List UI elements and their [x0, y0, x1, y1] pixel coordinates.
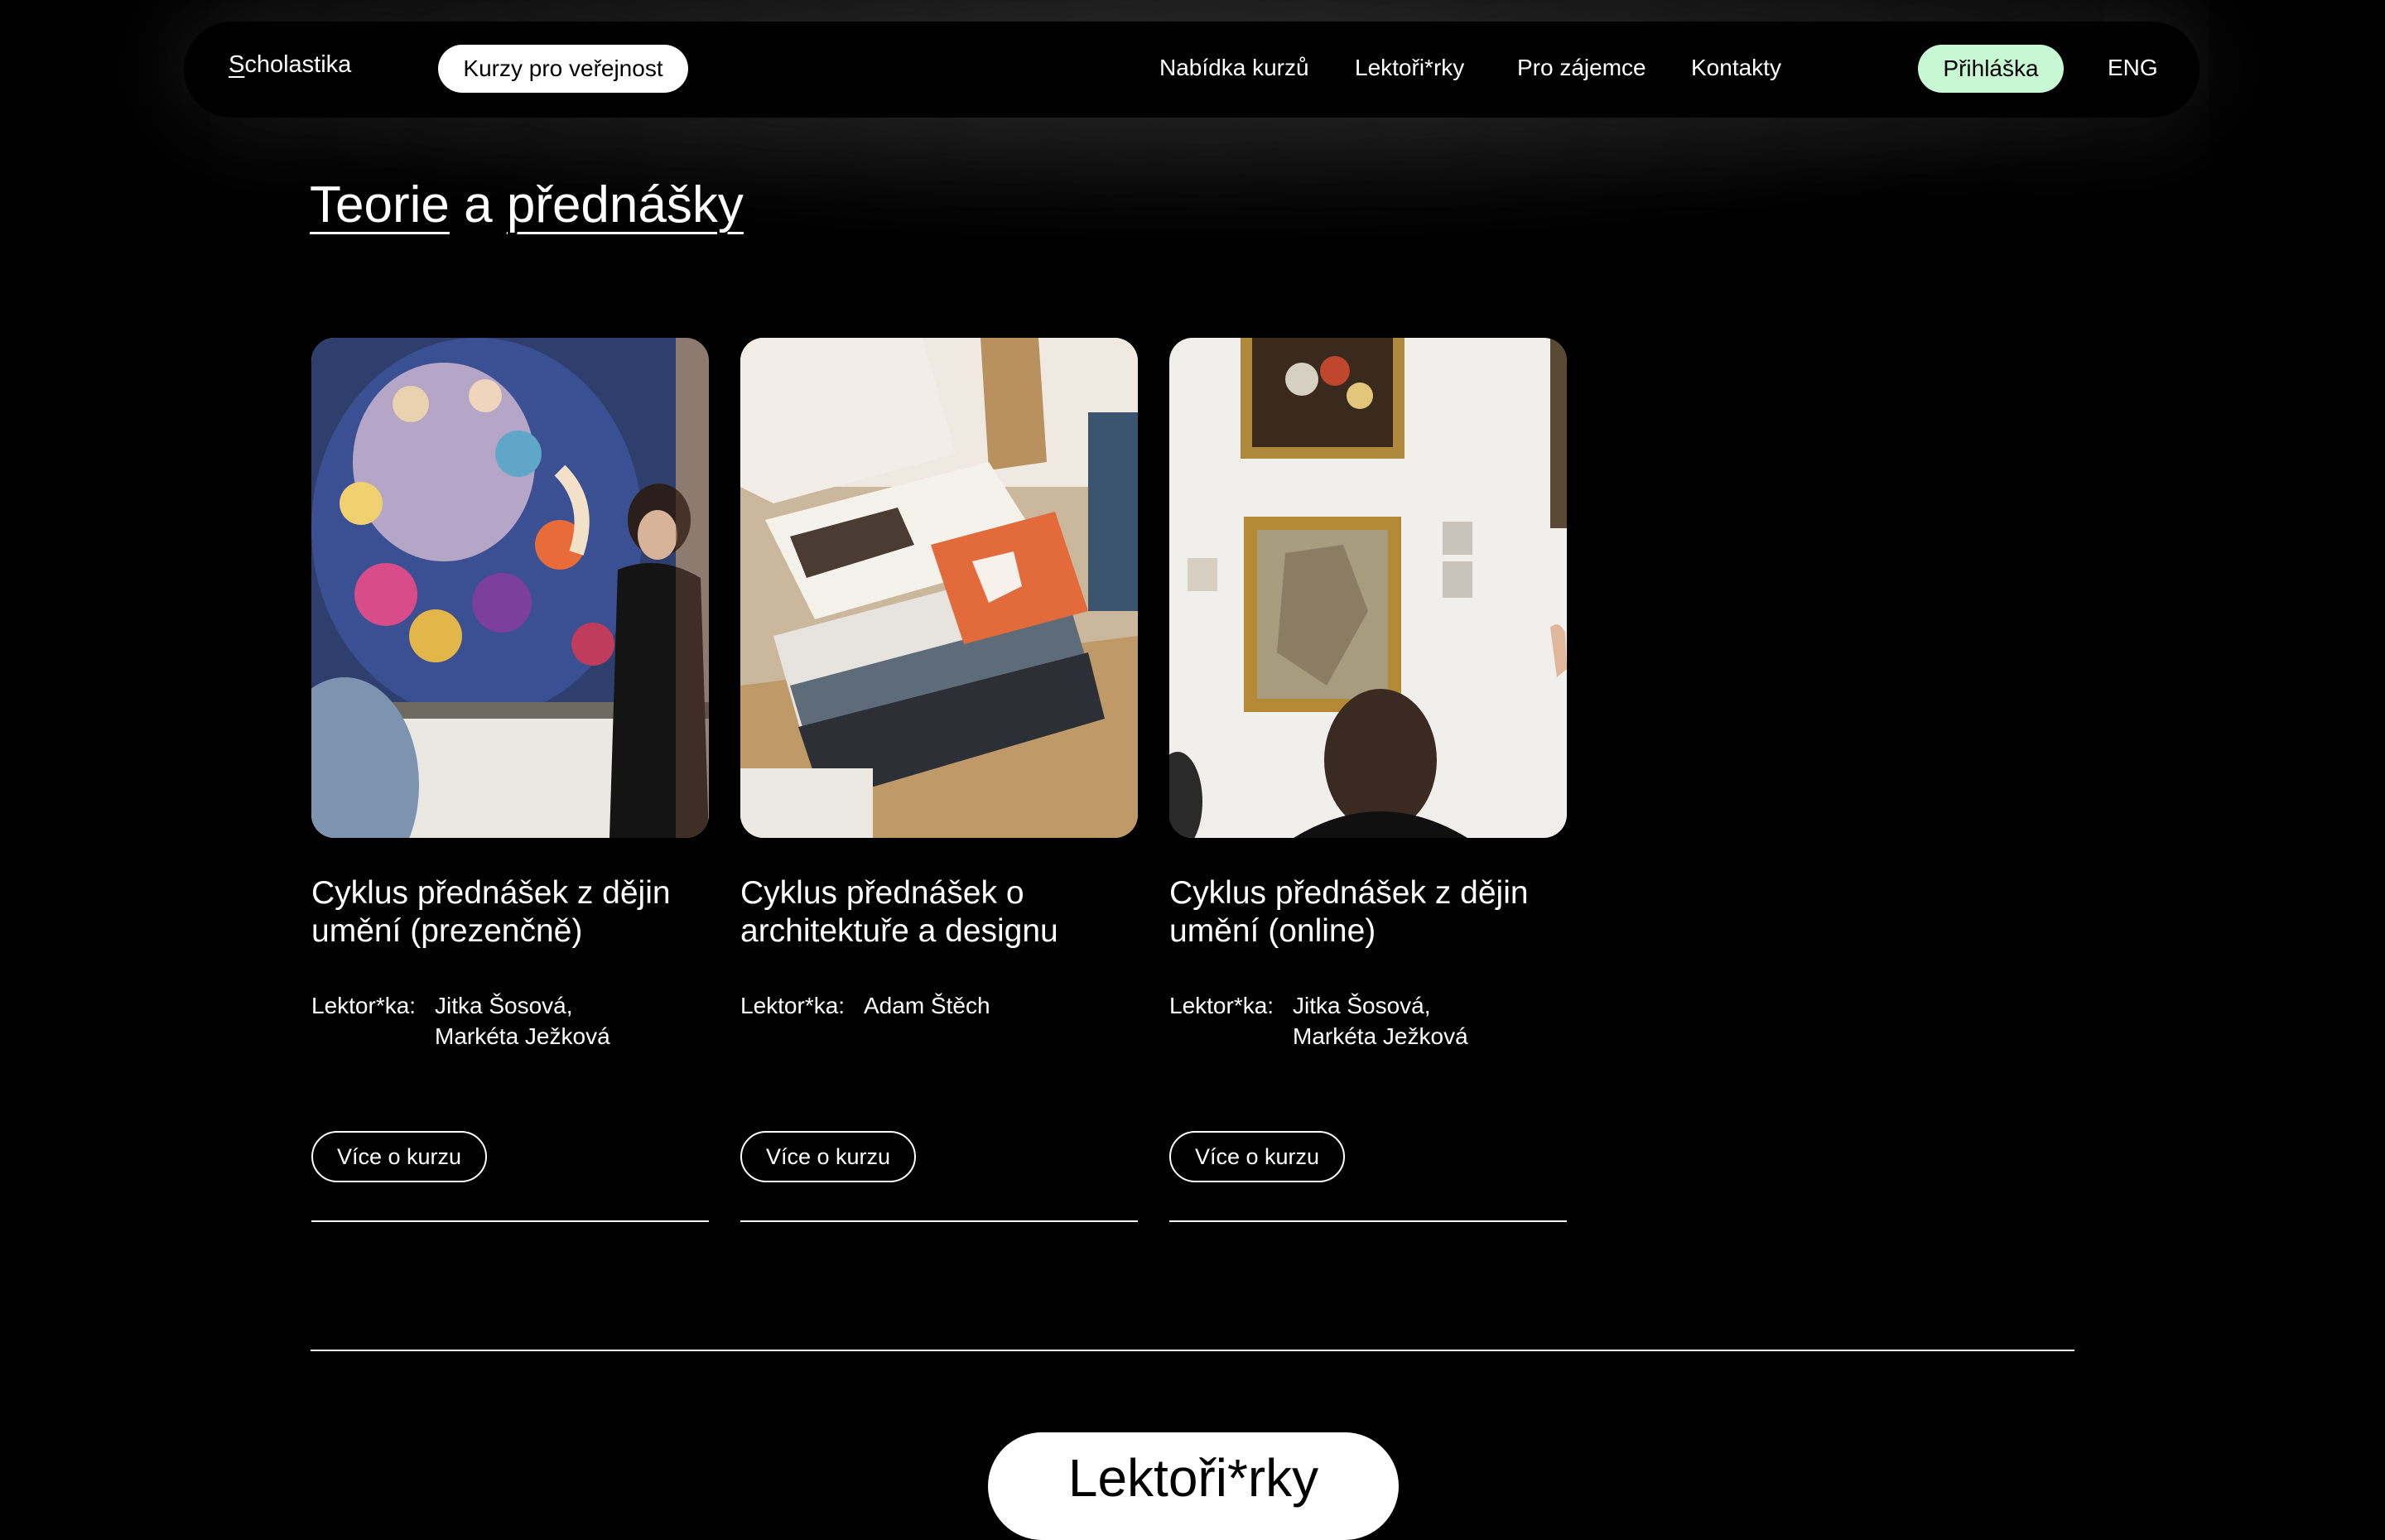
- card-divider: [1169, 1220, 1567, 1222]
- lector-names: Jitka Šosová, Markéta Ježková: [435, 990, 610, 1131]
- course-title[interactable]: Cyklus přednášek z dějin umění (online): [1169, 874, 1567, 990]
- section-divider: [311, 1350, 2074, 1351]
- lector-name[interactable]: Jitka Šosová,: [435, 990, 610, 1021]
- apply-button[interactable]: Přihláška: [1918, 45, 2064, 93]
- lector-name[interactable]: Markéta Ježková: [435, 1021, 610, 1052]
- lecturers-section-heading[interactable]: Lektoři*rky: [988, 1432, 1399, 1540]
- gallery-wall-image: [1169, 338, 1567, 838]
- lector-name[interactable]: Jitka Šosová,: [1293, 990, 1468, 1021]
- course-card: Cyklus přednášek z dějin umění (prezenčn…: [311, 338, 709, 1222]
- lector-name[interactable]: Markéta Ježková: [1293, 1021, 1468, 1052]
- course-lector: Lektor*ka: Jitka Šosová, Markéta Ježková: [1169, 990, 1567, 1131]
- course-lector: Lektor*ka: Adam Štěch: [740, 990, 1138, 1131]
- card-divider: [311, 1220, 709, 1222]
- section-title-mid: a: [449, 176, 507, 233]
- course-more-button[interactable]: Více o kurzu: [1169, 1131, 1345, 1182]
- lector-label: Lektor*ka:: [740, 993, 846, 1018]
- course-more-button[interactable]: Více o kurzu: [311, 1131, 487, 1182]
- course-image-klimt[interactable]: [311, 338, 709, 838]
- section-title-word-1[interactable]: Teorie: [310, 176, 450, 233]
- course-title[interactable]: Cyklus přednášek z dějin umění (prezenčn…: [311, 874, 709, 990]
- brand-initial: S: [229, 51, 245, 78]
- nav-item-lecturers[interactable]: Lektoři*rky: [1355, 55, 1464, 81]
- top-navigation: Scholastika Kurzy pro veřejnost Nabídka …: [184, 22, 2200, 118]
- lector-label: Lektor*ka:: [311, 993, 417, 1018]
- lector-label: Lektor*ka:: [1169, 993, 1274, 1018]
- course-more-button[interactable]: Více o kurzu: [740, 1131, 916, 1182]
- course-title[interactable]: Cyklus přednášek o architektuře a design…: [740, 874, 1138, 990]
- course-card: Cyklus přednášek z dějin umění (online) …: [1169, 338, 1567, 1222]
- course-card: Cyklus přednášek o architektuře a design…: [740, 338, 1138, 1222]
- lector-name[interactable]: Adam Štěch: [864, 990, 990, 1021]
- course-lector: Lektor*ka: Jitka Šosová, Markéta Ježková: [311, 990, 709, 1131]
- nav-item-contacts[interactable]: Kontakty: [1691, 55, 1781, 81]
- design-books-image: [740, 338, 1138, 838]
- language-switch[interactable]: ENG: [2108, 55, 2158, 81]
- nav-item-course-offer[interactable]: Nabídka kurzů: [1159, 55, 1309, 81]
- lector-names: Adam Štěch: [864, 990, 990, 1131]
- card-divider: [740, 1220, 1138, 1222]
- course-image-gallery[interactable]: [1169, 338, 1567, 838]
- section-title: Teorie a přednášky: [310, 176, 744, 234]
- gallery-painting-image: [311, 338, 709, 838]
- brand-name: cholastika: [244, 51, 352, 78]
- section-title-word-2[interactable]: přednášky: [507, 176, 744, 233]
- nav-item-for-applicants[interactable]: Pro zájemce: [1517, 55, 1646, 81]
- course-image-books[interactable]: [740, 338, 1138, 838]
- lector-names: Jitka Šosová, Markéta Ježková: [1293, 990, 1468, 1131]
- public-courses-button[interactable]: Kurzy pro veřejnost: [438, 45, 688, 93]
- brand-link[interactable]: Scholastika: [229, 51, 351, 79]
